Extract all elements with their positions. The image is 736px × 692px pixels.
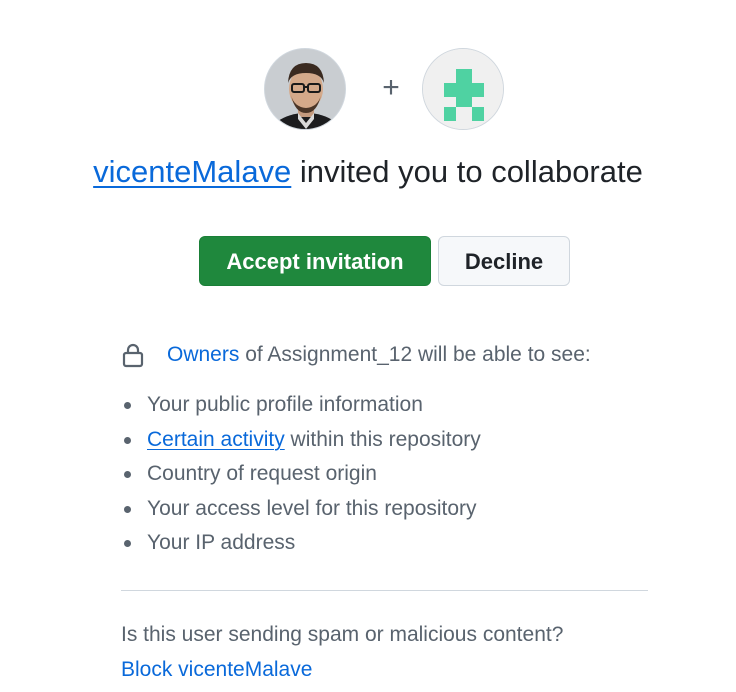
block-user-link[interactable]: Block vicenteMalave xyxy=(121,655,312,685)
bullet-icon xyxy=(124,540,131,548)
list-item-text: Your IP address xyxy=(147,531,296,555)
headline-text: invited you to collaborate xyxy=(291,154,643,189)
plus-separator: + xyxy=(382,71,400,104)
bullet-icon xyxy=(124,436,131,444)
identicon-icon xyxy=(423,49,503,129)
bullet-icon xyxy=(124,505,131,513)
owners-link[interactable]: Owners xyxy=(167,343,239,366)
certain-activity-link[interactable]: Certain activity xyxy=(147,428,285,451)
bullet-icon xyxy=(124,471,131,479)
list-item-text: within this repository xyxy=(284,427,481,451)
list-item-text: Your public profile information xyxy=(147,393,423,416)
list-item: Country of request origin xyxy=(121,457,641,492)
list-item: Your public profile information xyxy=(121,388,641,423)
list-item: Your IP address xyxy=(121,526,641,561)
invitation-headline: vicenteMalave invited you to collaborate xyxy=(0,148,736,196)
list-item: Your access level for this repository xyxy=(121,492,641,527)
visibility-text: Owners of Assignment_12 will be able to … xyxy=(167,340,591,370)
avatar-row: + xyxy=(0,48,736,132)
list-item-text: Your access level for this repository xyxy=(147,496,477,520)
list-item: Certain activity within this repository xyxy=(121,423,641,458)
user-photo-icon xyxy=(265,49,345,129)
visibility-notice: Owners of Assignment_12 will be able to … xyxy=(121,340,681,370)
divider xyxy=(121,590,648,591)
inviter-avatar[interactable] xyxy=(264,48,346,130)
visible-details-list: Your public profile information Certain … xyxy=(121,388,641,561)
visibility-description: of Assignment_12 will be able to see: xyxy=(239,343,591,366)
list-item-text: Country of request origin xyxy=(147,462,377,486)
repository-avatar xyxy=(422,48,504,130)
accept-invitation-button[interactable]: Accept invitation xyxy=(199,236,431,286)
spam-question: Is this user sending spam or malicious c… xyxy=(121,623,564,646)
lock-icon xyxy=(122,343,144,368)
bullet-icon xyxy=(124,402,131,409)
decline-button[interactable]: Decline xyxy=(438,236,570,286)
inviter-username-link[interactable]: vicenteMalave xyxy=(93,154,291,189)
